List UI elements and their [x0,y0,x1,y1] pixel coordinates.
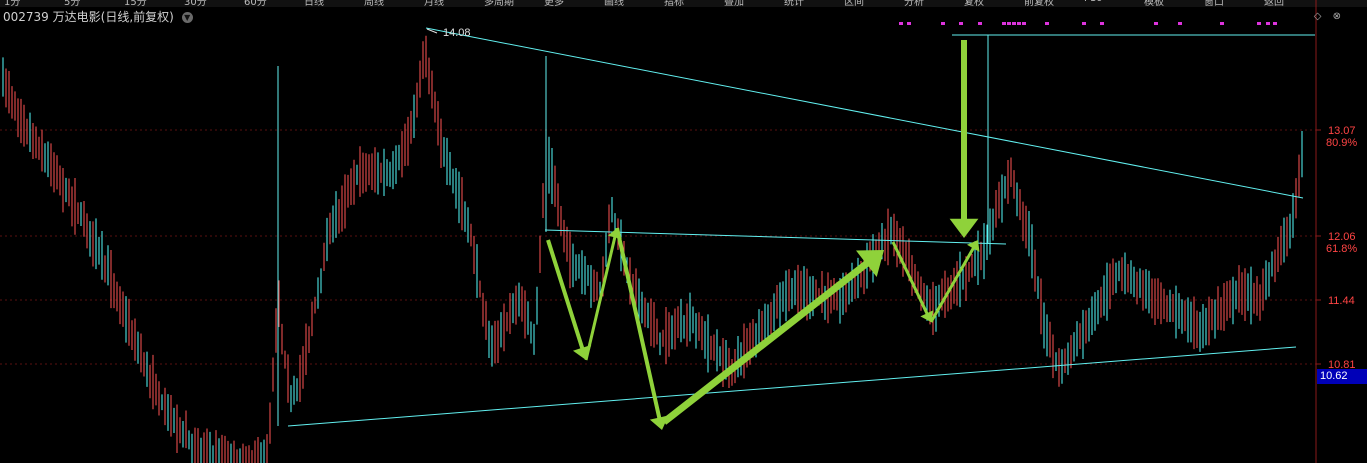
current-price-tag: 10.62 [1317,369,1367,384]
candles [2,35,1303,463]
signal-marker [1266,22,1270,25]
price-axis: 13.0780.9%12.0661.8%11.4410.81 [1315,0,1357,463]
signal-marker [899,22,903,25]
annotation-arrow [949,40,979,238]
high-price-label: 14.08 [443,27,471,39]
diamond-icon[interactable]: ◇ [1314,11,1322,22]
trend-lines [277,27,1315,427]
axis-price-label: 12.06 [1328,231,1356,243]
signal-marker [1082,22,1086,25]
annotation-arrows [546,40,980,430]
signal-marker [1045,22,1049,25]
signal-marker [1022,22,1026,25]
annotation-arrow [661,250,884,425]
stock-name: 万达电影 [52,10,101,24]
annotation-arrow [929,240,980,323]
upper-trendline [425,27,1304,199]
signal-marker [1154,22,1158,25]
close-circle-icon[interactable]: ⊗ [1333,11,1341,22]
kline-chart[interactable]: 13.0780.9%12.0661.8%11.4410.81 14.08 [0,0,1367,463]
corner-icons: ◇ ⊗ [1306,11,1341,22]
signal-marker [1178,22,1182,25]
grid-lines [0,129,1316,365]
stock-code: 002739 [3,10,49,24]
signal-marker [1257,22,1261,25]
signal-marker [1002,22,1006,25]
signal-marker [1017,22,1021,25]
axis-price-label: 11.44 [1328,295,1355,307]
period-mode: (日线,前复权) [100,10,174,24]
lower-trendline [287,346,1297,427]
signal-marker [1273,22,1277,25]
signal-markers [899,22,1277,25]
axis-price-label: 13.07 [1328,125,1356,137]
signal-marker [1012,22,1016,25]
signal-marker [1007,22,1011,25]
signal-marker [1220,22,1224,25]
signal-marker [941,22,945,25]
axis-pct-label: 80.9% [1326,137,1357,149]
axis-pct-label: 61.8% [1326,243,1357,255]
signal-marker [907,22,911,25]
stock-header: 002739 万达电影(日线,前复权) ▼ [0,8,193,24]
signal-marker [1100,22,1104,25]
signal-marker [978,22,982,25]
signal-marker [959,22,963,25]
chevron-down-icon[interactable]: ▼ [181,12,193,23]
